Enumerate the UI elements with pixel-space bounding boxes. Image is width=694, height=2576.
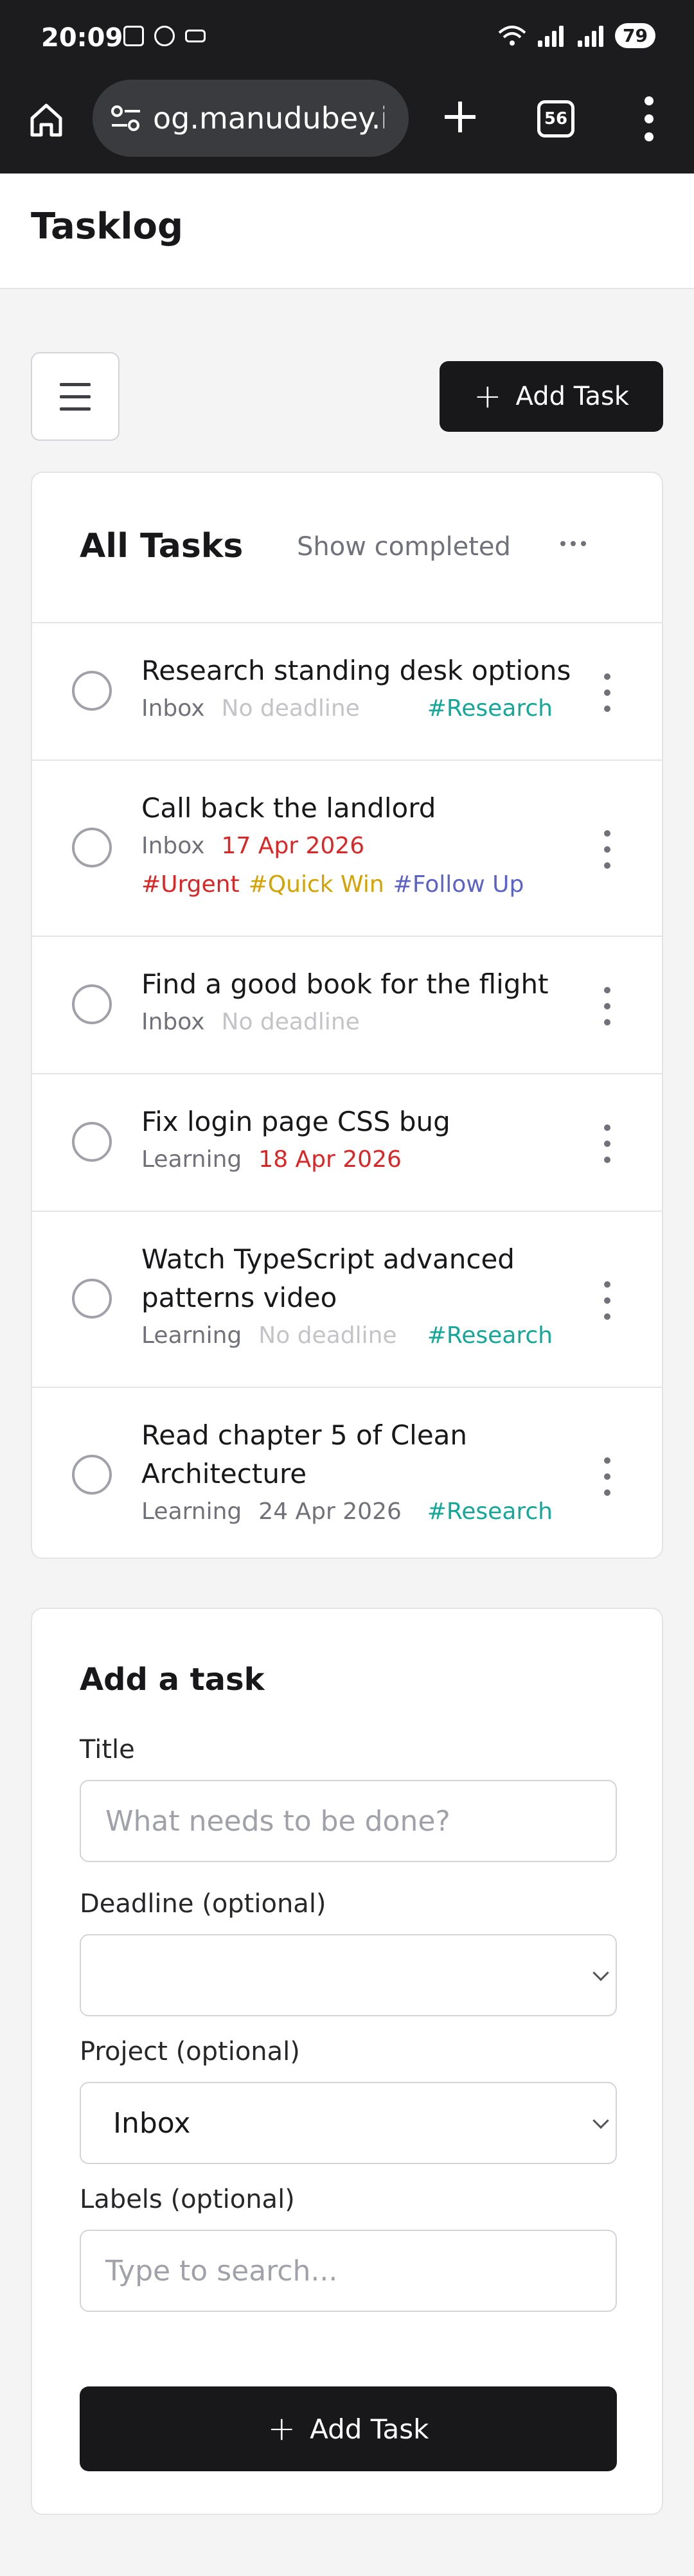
task-meta: Inbox No deadline <box>141 695 360 722</box>
signal-icon-2 <box>575 25 606 47</box>
timer-icon <box>154 26 175 46</box>
task-menu-icon[interactable] <box>603 1457 612 1496</box>
task-title[interactable]: Read chapter 5 of Clean Architecture <box>141 1416 501 1493</box>
task-label-urgent: #Urgent <box>141 871 240 898</box>
site-settings-icon[interactable] <box>109 104 143 132</box>
task-project: Inbox <box>141 1009 205 1035</box>
task-meta: Learning 18 Apr 2026 <box>141 1146 402 1173</box>
task-project: Learning <box>141 1498 242 1525</box>
task-row[interactable]: Call back the landlord Inbox 17 Apr 2026… <box>32 761 662 937</box>
task-list-card: All Tasks Show completed Research standi… <box>31 472 663 1559</box>
task-project: Inbox <box>141 695 205 722</box>
notification-icon <box>185 30 206 42</box>
task-menu-icon[interactable] <box>603 1281 612 1320</box>
task-menu-icon[interactable] <box>603 673 612 712</box>
task-row[interactable]: Find a good book for the flight Inbox No… <box>32 937 662 1074</box>
task-complete-checkbox[interactable] <box>72 984 112 1024</box>
task-label-follow-up: #Follow Up <box>393 871 524 898</box>
task-menu-icon[interactable] <box>603 1124 612 1163</box>
status-bar: 20:09 79 <box>0 0 694 77</box>
app-title: Tasklog <box>31 206 184 247</box>
add-task-button[interactable]: + Add Task <box>440 361 663 432</box>
task-deadline: No deadline <box>221 695 360 722</box>
task-menu-icon[interactable] <box>603 830 612 869</box>
plus-icon: + <box>473 377 502 416</box>
task-label-research: #Research <box>427 1498 553 1525</box>
task-complete-checkbox[interactable] <box>72 1122 112 1162</box>
form-title: Add a task <box>80 1662 265 1698</box>
screenshot-icon <box>123 26 144 46</box>
task-label-research: #Research <box>427 695 553 722</box>
deadline-label: Deadline (optional) <box>80 1889 326 1919</box>
hamburger-menu-icon[interactable] <box>31 352 120 441</box>
task-meta: Learning No deadline <box>141 1322 397 1349</box>
app-header: Tasklog <box>0 173 694 289</box>
task-deadline: No deadline <box>258 1322 397 1349</box>
submit-add-task-button[interactable]: + Add Task <box>80 2386 617 2471</box>
task-complete-checkbox[interactable] <box>72 1455 112 1495</box>
browser-menu-icon[interactable] <box>636 96 662 141</box>
labels-search-input[interactable]: Type to search... <box>80 2230 617 2312</box>
task-row[interactable]: Read chapter 5 of Clean Architecture Lea… <box>32 1388 662 1558</box>
task-title[interactable]: Watch TypeScript advanced patterns video <box>141 1240 553 1317</box>
chevron-down-icon <box>592 2112 609 2129</box>
task-row[interactable]: Research standing desk options Inbox No … <box>32 623 662 761</box>
task-title[interactable]: Find a good book for the flight <box>141 965 591 1004</box>
title-input[interactable]: What needs to be done? <box>80 1780 617 1862</box>
signal-icon-1 <box>535 25 566 47</box>
address-bar[interactable]: og.manudubey.in <box>93 80 409 157</box>
tab-switcher-button[interactable]: 56 <box>537 100 574 138</box>
show-completed-toggle[interactable]: Show completed <box>297 532 511 562</box>
task-list-title: All Tasks <box>80 527 244 565</box>
submit-button-label: Add Task <box>310 2413 429 2445</box>
title-label: Title <box>80 1735 135 1764</box>
home-icon[interactable] <box>26 99 67 140</box>
task-deadline: No deadline <box>221 1009 360 1035</box>
add-task-form: Add a task Title What needs to be done? … <box>31 1608 663 2515</box>
task-meta: Inbox No deadline <box>141 1009 360 1035</box>
url-text[interactable]: og.manudubey.in <box>153 101 384 136</box>
task-row[interactable]: Fix login page CSS bug Learning 18 Apr 2… <box>32 1074 662 1212</box>
task-complete-checkbox[interactable] <box>72 828 112 867</box>
task-project: Learning <box>141 1322 242 1349</box>
task-project: Learning <box>141 1146 242 1173</box>
more-options-icon[interactable] <box>560 541 586 546</box>
task-meta: Learning 24 Apr 2026 <box>141 1498 402 1525</box>
project-label: Project (optional) <box>80 2037 300 2066</box>
task-label-quick-win: #Quick Win <box>248 871 384 898</box>
project-value: Inbox <box>113 2106 191 2140</box>
status-notification-icons <box>123 26 206 46</box>
task-row[interactable]: Watch TypeScript advanced patterns video… <box>32 1212 662 1388</box>
status-time: 20:09 <box>41 23 123 53</box>
plus-icon: + <box>267 2410 296 2448</box>
task-complete-checkbox[interactable] <box>72 671 112 711</box>
task-project: Inbox <box>141 833 205 859</box>
task-title[interactable]: Fix login page CSS bug <box>141 1103 591 1141</box>
task-title[interactable]: Call back the landlord <box>141 789 591 828</box>
battery-indicator: 79 <box>615 23 655 48</box>
task-complete-checkbox[interactable] <box>72 1279 112 1319</box>
labels-label: Labels (optional) <box>80 2185 295 2214</box>
add-task-button-label: Add Task <box>515 382 630 411</box>
task-labels: #Urgent #Quick Win #Follow Up <box>141 871 524 898</box>
task-label-research: #Research <box>427 1322 553 1349</box>
status-right: 79 <box>498 23 655 48</box>
task-deadline: 24 Apr 2026 <box>258 1498 402 1525</box>
task-list-header: All Tasks Show completed <box>32 473 662 623</box>
task-deadline: 17 Apr 2026 <box>221 833 365 859</box>
task-deadline: 18 Apr 2026 <box>258 1146 402 1173</box>
task-title[interactable]: Research standing desk options <box>141 652 591 690</box>
new-tab-icon[interactable] <box>440 96 481 138</box>
task-meta: Inbox 17 Apr 2026 <box>141 833 364 859</box>
chevron-down-icon <box>592 1964 609 1982</box>
deadline-select[interactable] <box>80 1934 617 2016</box>
browser-toolbar: og.manudubey.in 56 <box>0 77 694 173</box>
wifi-icon <box>498 25 526 46</box>
project-select[interactable]: Inbox <box>80 2082 617 2164</box>
task-menu-icon[interactable] <box>603 987 612 1026</box>
